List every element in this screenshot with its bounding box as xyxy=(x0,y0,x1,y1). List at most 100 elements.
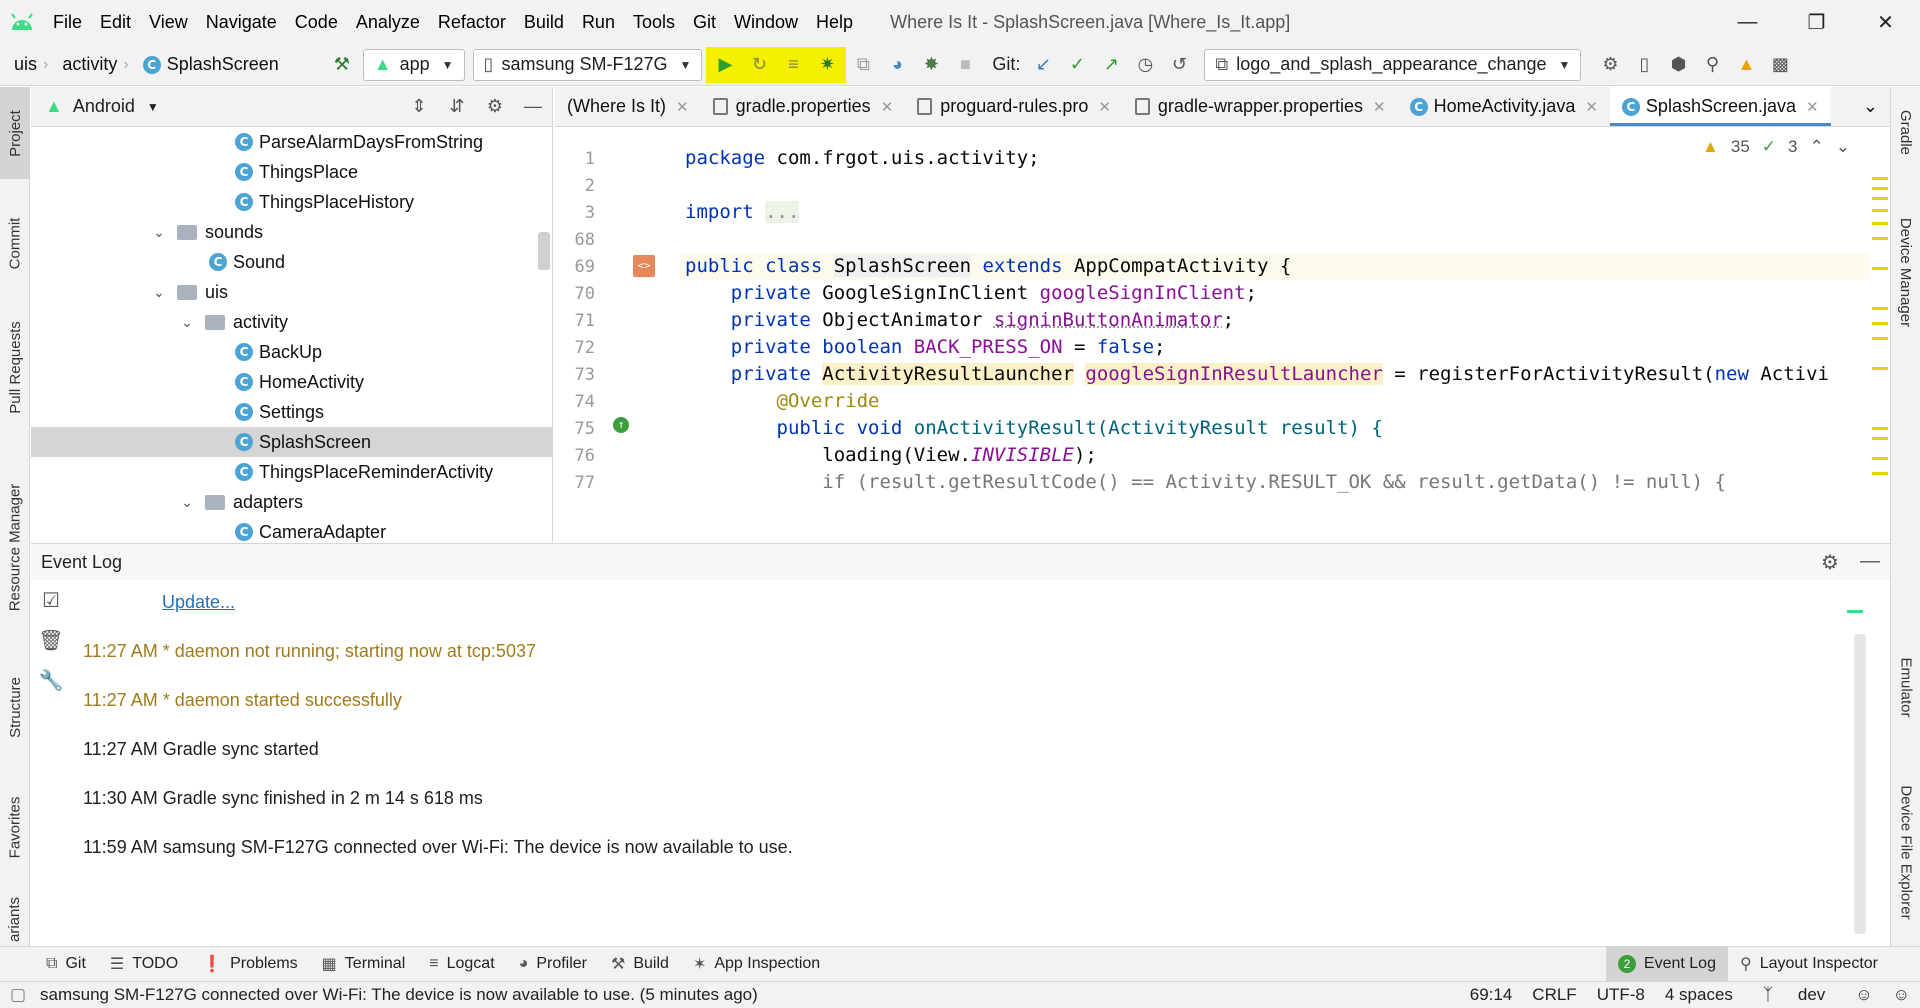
git-push-icon[interactable]: ↗ xyxy=(1094,48,1128,82)
project-scrollbar[interactable] xyxy=(538,232,550,270)
tool-tab-logcat[interactable]: ≡ Logcat xyxy=(417,947,506,982)
menu-code[interactable]: Code xyxy=(286,12,347,33)
tab-proguard-rules[interactable]: proguard-rules.pro ✕ xyxy=(905,87,1123,126)
debug-icon[interactable]: ✷ xyxy=(810,48,844,82)
code-area[interactable]: 1 2 3 68 69 70 71 72 73 74 75 76 77 <> ↑… xyxy=(555,127,1890,542)
git-branch-select[interactable]: ⧉ logo_and_splash_appearance_change ▼ xyxy=(1204,49,1581,81)
error-stripe[interactable] xyxy=(1870,127,1890,542)
breadcrumb-uis[interactable]: uis xyxy=(0,54,43,75)
close-tab-icon[interactable]: ✕ xyxy=(881,98,894,116)
tree-folder[interactable]: ⌄ activity xyxy=(31,307,552,337)
menu-build[interactable]: Build xyxy=(515,12,573,33)
wrench-icon[interactable]: 🔧 xyxy=(31,660,71,700)
chevron-down-icon[interactable]: ⌄ xyxy=(149,284,169,301)
tree-item[interactable]: C ParseAlarmDaysFromString xyxy=(31,127,552,157)
tab-pull-requests[interactable]: Pull Requests xyxy=(0,307,30,427)
close-tab-icon[interactable]: ✕ xyxy=(1585,98,1598,116)
tab-splashscreen[interactable]: C SplashScreen.java ✕ xyxy=(1610,87,1831,126)
indent-setting[interactable]: 4 spaces xyxy=(1655,985,1743,1005)
inspection-widget[interactable]: ▲ 35 ✓ 3 ⌃ ⌄ xyxy=(1702,137,1850,157)
tab-build-variants[interactable]: ariants xyxy=(0,892,30,947)
tree-folder[interactable]: ⌄ adapters xyxy=(31,487,552,517)
chevron-down-icon[interactable]: ⌄ xyxy=(177,314,197,331)
run-configuration-select[interactable]: ▲ app ▼ xyxy=(363,49,465,81)
breadcrumb-activity[interactable]: activity xyxy=(48,54,123,75)
expand-all-icon[interactable]: ⇕ xyxy=(400,96,438,117)
tab-resource-manager[interactable]: Resource Manager xyxy=(0,467,30,627)
menu-run[interactable]: Run xyxy=(573,12,624,33)
close-tab-icon[interactable]: ✕ xyxy=(1098,98,1111,116)
device-manager-icon[interactable]: ▯ xyxy=(1627,48,1661,82)
override-method-icon[interactable]: ↑ xyxy=(613,417,629,433)
tab-list-chevron-icon[interactable]: ⌄ xyxy=(1851,87,1890,126)
tab-emulator[interactable]: Emulator xyxy=(1891,637,1920,737)
tree-folder[interactable]: ⌄ sounds xyxy=(31,217,552,247)
tree-item[interactable]: C ThingsPlace xyxy=(31,157,552,187)
search-icon[interactable]: ⚲ xyxy=(1695,48,1729,82)
menu-window[interactable]: Window xyxy=(725,12,807,33)
menu-refactor[interactable]: Refactor xyxy=(429,12,515,33)
tool-tab-git[interactable]: ⧉ Git xyxy=(34,947,98,982)
tree-item[interactable]: C Sound xyxy=(31,247,552,277)
restore-icon[interactable]: ❐ xyxy=(1782,0,1851,44)
tab-gradle-wrapper-properties[interactable]: gradle-wrapper.properties ✕ xyxy=(1123,87,1398,126)
caret-position[interactable]: 69:14 xyxy=(1460,985,1523,1005)
tab-project[interactable]: Project xyxy=(0,87,30,179)
menu-view[interactable]: View xyxy=(140,12,197,33)
menu-analyze[interactable]: Analyze xyxy=(347,12,429,33)
tool-tab-event-log[interactable]: 2 Event Log xyxy=(1606,947,1728,982)
tool-tab-layout-inspector[interactable]: ⚲ Layout Inspector xyxy=(1728,947,1890,982)
feedback-smiley-icon[interactable]: ☺ xyxy=(1883,985,1920,1005)
status-message[interactable]: samsung SM-F127G connected over Wi-Fi: T… xyxy=(40,985,758,1005)
event-log-scrollbar[interactable] xyxy=(1854,634,1866,934)
tree-item[interactable]: C Settings xyxy=(31,397,552,427)
close-tab-icon[interactable]: ✕ xyxy=(1806,98,1819,116)
tree-item[interactable]: C ThingsPlaceHistory xyxy=(31,187,552,217)
tool-tab-terminal[interactable]: ▦ Terminal xyxy=(310,947,418,982)
line-separator[interactable]: CRLF xyxy=(1522,985,1586,1005)
project-view-select[interactable]: ▲ Android ▼ xyxy=(45,96,159,117)
git-rollback-icon[interactable]: ↺ xyxy=(1162,48,1196,82)
gear-icon[interactable]: ⚙ xyxy=(1810,550,1850,575)
git-branch-widget[interactable]: ᛉ dev xyxy=(1743,985,1845,1005)
make-project-hammer-icon[interactable]: ⚒ xyxy=(325,48,359,82)
tool-tab-profiler[interactable]: ◕ Profiler xyxy=(507,947,599,982)
profile-icon[interactable]: ◕ xyxy=(880,48,914,82)
apply-changes-icon[interactable]: ↻ xyxy=(742,48,776,82)
git-commit-icon[interactable]: ✓ xyxy=(1060,48,1094,82)
menu-git[interactable]: Git xyxy=(684,12,725,33)
tab-structure[interactable]: Structure xyxy=(0,657,30,757)
tab-device-manager[interactable]: Device Manager xyxy=(1891,197,1920,347)
tab-commit[interactable]: Commit xyxy=(0,197,30,289)
smiley-icon[interactable]: ☺ xyxy=(1845,985,1882,1005)
device-select[interactable]: ▯ samsung SM-F127G ▼ xyxy=(473,49,703,81)
tab-favorites[interactable]: Favorites xyxy=(0,777,30,877)
minimize-icon[interactable]: — xyxy=(1713,0,1782,44)
collapse-all-icon[interactable]: ⇵ xyxy=(438,96,476,117)
tree-folder[interactable]: ⌄ uis xyxy=(31,277,552,307)
tree-item[interactable]: C HomeActivity xyxy=(31,367,552,397)
close-tab-icon[interactable]: ✕ xyxy=(676,98,689,116)
tab-where-is-it[interactable]: (Where Is It) ✕ xyxy=(555,87,701,126)
tree-item-selected[interactable]: C SplashScreen xyxy=(31,427,552,457)
tree-item[interactable]: C ThingsPlaceReminderActivity xyxy=(31,457,552,487)
next-highlight-icon[interactable]: ⌄ xyxy=(1836,137,1850,157)
close-icon[interactable]: ✕ xyxy=(1851,0,1920,44)
layout-preview-icon[interactable]: <> xyxy=(633,255,655,277)
menu-help[interactable]: Help xyxy=(807,12,862,33)
gear-icon[interactable]: ⚙ xyxy=(476,96,514,117)
git-history-icon[interactable]: ◷ xyxy=(1128,48,1162,82)
mark-all-read-icon[interactable]: ☑ xyxy=(31,580,71,620)
tool-tab-problems[interactable]: ❗ Problems xyxy=(190,947,310,982)
sdk-manager-icon[interactable]: ⬢ xyxy=(1661,48,1695,82)
close-tab-icon[interactable]: ✕ xyxy=(1373,98,1386,116)
android-studio-icon[interactable]: ▩ xyxy=(1763,48,1797,82)
hide-panel-icon[interactable]: — xyxy=(1850,550,1890,575)
tab-gradle-properties[interactable]: gradle.properties ✕ xyxy=(701,87,906,126)
git-update-icon[interactable]: ↙ xyxy=(1026,48,1060,82)
stop-icon[interactable]: ■ xyxy=(948,48,982,82)
update-link[interactable]: Update... xyxy=(162,592,235,613)
toggle-tool-windows-icon[interactable]: ▢ xyxy=(10,985,26,1005)
tool-tab-build[interactable]: ⚒ Build xyxy=(599,947,681,982)
menu-edit[interactable]: Edit xyxy=(91,12,140,33)
